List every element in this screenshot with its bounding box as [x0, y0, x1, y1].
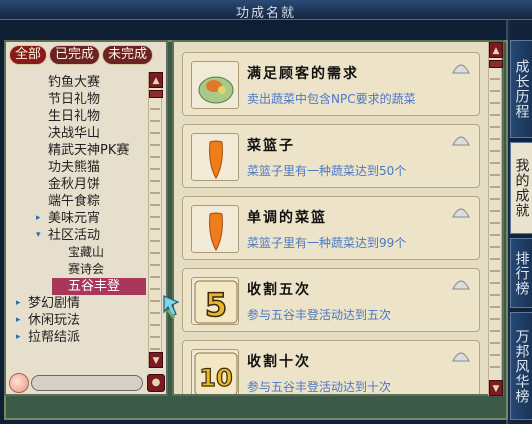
window-title: 功成名就 [235, 6, 296, 21]
number-ten-icon: 10 [191, 349, 239, 394]
achievement-card[interactable]: 满足顾客的需求 卖出蔬菜中包含NPC要求的蔬菜 [182, 52, 480, 116]
tab-wanbang[interactable]: 万邦风华榜 [510, 312, 532, 420]
cursor-icon [163, 295, 180, 319]
scroll-up-button[interactable]: ▲ [489, 42, 503, 58]
tree-item-harvest[interactable]: 五谷丰登 [52, 278, 146, 295]
achievement-card[interactable]: 10 收割十次 参与五谷丰登活动达到十次 [182, 340, 480, 394]
achievement-desc: 卖出蔬菜中包含NPC要求的蔬菜 [247, 92, 416, 106]
scrollbar-pattern [150, 90, 160, 350]
tree-item-label: 端午食粽 [48, 194, 101, 209]
tree-item-label: 钓鱼大赛 [48, 75, 101, 90]
achievement-name: 收割十次 [247, 354, 311, 370]
achievement-name: 收割五次 [247, 282, 311, 298]
list-scrollbar[interactable]: ▲ ▼ [488, 42, 503, 396]
shell-icon [452, 136, 470, 146]
achievement-list: 满足顾客的需求 卖出蔬菜中包含NPC要求的蔬菜 菜篮子 菜篮子里有一种蔬菜达到5… [172, 40, 504, 396]
badge-number: 5 [205, 286, 227, 324]
title-bar: 功成名就 [0, 0, 532, 21]
tree-item-label: 功夫熊猫 [48, 160, 101, 175]
achievement-card[interactable]: 单调的菜篮 菜篮子里有一种蔬菜达到99个 [182, 196, 480, 260]
achievement-name: 单调的菜篮 [247, 210, 327, 226]
tree-item-label: 梦幻剧情 [28, 296, 81, 311]
collapse-arrow-icon[interactable]: ▾ [36, 227, 41, 244]
number-five-icon: 5 [191, 277, 239, 325]
expand-arrow-icon[interactable]: ▸ [16, 329, 21, 346]
achievement-name: 满足顾客的需求 [247, 66, 359, 82]
tree-scrollbar[interactable]: ▲ ▼ [148, 72, 163, 368]
expand-arrow-icon[interactable]: ▸ [16, 312, 21, 329]
tree-item-label: 生日礼物 [48, 109, 101, 124]
filter-completed-button[interactable]: 已完成 [49, 45, 101, 65]
filter-group: 全部 已完成 未完成 [9, 45, 154, 67]
scroll-thumb[interactable] [489, 60, 503, 68]
tree-item-guild[interactable]: ▸ 拉帮结派 [10, 329, 146, 346]
carrot-icon [191, 133, 239, 181]
tree-item-leisure[interactable]: ▸ 休闲玩法 [10, 312, 146, 329]
tree-item-poetry[interactable]: 赛诗会 [10, 261, 146, 278]
tree-item-label: 赛诗会 [68, 262, 105, 276]
tab-label: 成长历程 [513, 59, 530, 119]
vegetable-basket-icon [191, 61, 239, 109]
tree-item-label: 五谷丰登 [68, 279, 121, 294]
tree-item-story[interactable]: ▸ 梦幻剧情 [10, 295, 146, 312]
achievement-card[interactable]: 5 收割五次 参与五谷丰登活动达到五次 [182, 268, 480, 332]
scroll-down-button[interactable]: ▼ [149, 352, 163, 368]
achievement-desc: 参与五谷丰登活动达到十次 [247, 380, 392, 394]
side-tab-bar: 成长历程 我的成就 排行榜 万邦风华榜 [510, 20, 532, 424]
scroll-thumb[interactable] [149, 90, 163, 98]
tab-label: 排行榜 [513, 250, 530, 296]
expand-arrow-icon[interactable]: ▸ [36, 210, 41, 227]
tree-item-festival-gift[interactable]: 节日礼物 [10, 91, 146, 108]
search-input[interactable] [31, 375, 143, 391]
badge-number: 10 [199, 364, 232, 392]
tree-item-label: 社区活动 [48, 228, 101, 243]
tab-ranking[interactable]: 排行榜 [510, 238, 532, 308]
shell-icon [452, 208, 470, 218]
tree-item-label: 节日礼物 [48, 92, 101, 107]
search-button[interactable]: ● [147, 374, 165, 392]
tab-label: 万邦风华榜 [513, 328, 530, 404]
tab-my-achievements[interactable]: 我的成就 [510, 142, 532, 234]
tab-growth[interactable]: 成长历程 [510, 40, 532, 138]
filter-incomplete-button[interactable]: 未完成 [102, 45, 154, 65]
tree-item-panda[interactable]: 功夫熊猫 [10, 159, 146, 176]
tree-item-label: 宝藏山 [68, 245, 105, 259]
tab-label: 我的成就 [513, 158, 530, 218]
filter-all-button[interactable]: 全部 [9, 45, 48, 65]
tree-item-label: 拉帮结派 [28, 330, 81, 345]
search-bar: ● [9, 373, 165, 393]
tree-item-community[interactable]: ▾ 社区活动 [10, 227, 146, 244]
achievement-desc: 菜篮子里有一种蔬菜达到50个 [247, 164, 407, 178]
tree-item-label: 精武天神PK赛 [48, 143, 130, 158]
tree-item-zongzi[interactable]: 端午食粽 [10, 193, 146, 210]
tree-item-fishing[interactable]: 钓鱼大赛 [10, 74, 146, 91]
tree-item-yuanxiao[interactable]: ▸ 美味元宵 [10, 210, 146, 227]
tree-item-mooncake[interactable]: 金秋月饼 [10, 176, 146, 193]
tree-item-label: 休闲玩法 [28, 313, 81, 328]
shell-icon [452, 280, 470, 290]
tree-item-birthday-gift[interactable]: 生日礼物 [10, 108, 146, 125]
category-tree: 钓鱼大赛 节日礼物 生日礼物 决战华山 精武天神PK赛 功夫熊猫 金秋月饼 端午… [10, 74, 146, 366]
tree-item-treasure-mountain[interactable]: 宝藏山 [10, 244, 146, 261]
shell-icon [452, 64, 470, 74]
achievement-name: 菜篮子 [247, 138, 295, 154]
tree-item-label: 金秋月饼 [48, 177, 101, 192]
tree-item-pk[interactable]: 精武天神PK赛 [10, 142, 146, 159]
expand-arrow-icon[interactable]: ▸ [16, 295, 21, 312]
category-panel: 全部 已完成 未完成 钓鱼大赛 节日礼物 生日礼物 决战华山 精武天神PK赛 功… [4, 40, 168, 396]
tree-item-label: 决战华山 [48, 126, 101, 141]
achievement-desc: 菜篮子里有一种蔬菜达到99个 [247, 236, 407, 250]
achievement-desc: 参与五谷丰登活动达到五次 [247, 308, 392, 322]
shell-icon [452, 352, 470, 362]
scroll-down-button[interactable]: ▼ [489, 380, 503, 396]
tree-item-label: 美味元宵 [48, 211, 101, 226]
tree-item-huashan[interactable]: 决战华山 [10, 125, 146, 142]
scroll-up-button[interactable]: ▲ [149, 72, 163, 88]
scrollbar-pattern [490, 60, 500, 378]
peach-icon [9, 373, 29, 393]
achievement-card[interactable]: 菜篮子 菜篮子里有一种蔬菜达到50个 [182, 124, 480, 188]
carrot-icon [191, 205, 239, 253]
